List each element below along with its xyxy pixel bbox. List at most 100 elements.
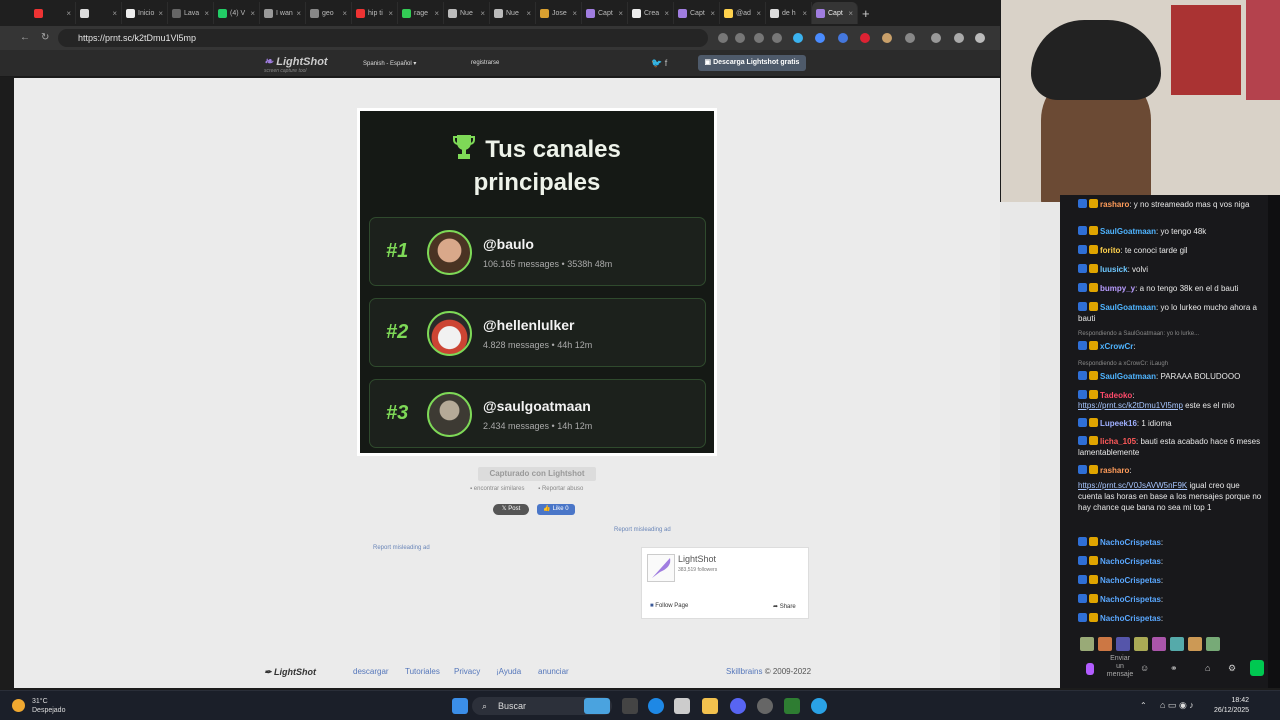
fb-share-button[interactable]: ➦ Share — [773, 603, 796, 610]
obs-icon[interactable] — [757, 698, 773, 714]
footer-link-download[interactable]: descargar — [353, 667, 389, 676]
browser-tab[interactable]: I wan × — [260, 2, 306, 24]
extension-icon[interactable] — [815, 33, 825, 43]
chat-username[interactable]: NachoCrispetas — [1100, 557, 1161, 566]
close-icon[interactable]: × — [618, 9, 623, 18]
chat-badge-icon[interactable] — [1078, 465, 1087, 474]
chat-badge-icon[interactable] — [1078, 390, 1087, 399]
chat-badge-icon[interactable] — [1078, 264, 1087, 273]
chat-tools-icon[interactable]: ⌂ — [1205, 663, 1210, 673]
extensions-icon[interactable] — [905, 33, 915, 43]
browser-tab[interactable]: rage × — [398, 2, 444, 24]
subscriber-badge-icon[interactable] — [1089, 436, 1098, 445]
app-icon[interactable] — [811, 698, 827, 714]
subscriber-badge-icon[interactable] — [1089, 245, 1098, 254]
close-icon[interactable]: × — [664, 9, 669, 18]
reload-icon[interactable]: ↻ — [41, 32, 49, 43]
chat-username[interactable]: NachoCrispetas — [1100, 614, 1161, 623]
browser-tab[interactable]: geo × — [306, 2, 352, 24]
chat-username[interactable]: xCrowCr — [1100, 342, 1133, 351]
chat-scrollbar[interactable] — [1268, 195, 1280, 688]
facebook-like-button[interactable]: 👍 Like 0 — [537, 504, 575, 515]
subscriber-badge-icon[interactable] — [1089, 283, 1098, 292]
emote-icon[interactable] — [1134, 637, 1148, 651]
browser-tab[interactable]: Capt × — [582, 2, 628, 24]
browser-tab[interactable]: (4) V × — [214, 2, 260, 24]
chat-badge-icon[interactable] — [1078, 302, 1087, 311]
chat-badge-icon[interactable] — [1078, 199, 1087, 208]
subscriber-badge-icon[interactable] — [1089, 575, 1098, 584]
lightshot-logo[interactable]: ❧ LightShot screen capture tool — [264, 55, 328, 74]
close-icon[interactable]: × — [66, 9, 71, 18]
subscriber-badge-icon[interactable] — [1089, 341, 1098, 350]
chat-username[interactable]: SaulGoatmaan — [1100, 227, 1156, 236]
footer-link-privacy[interactable]: Privacy — [454, 667, 480, 676]
close-icon[interactable]: × — [204, 9, 209, 18]
chat-badge-icon[interactable] — [1078, 436, 1087, 445]
chat-badge-icon[interactable] — [1078, 341, 1087, 350]
lightshot-feather-icon[interactable] — [647, 554, 675, 582]
chat-username[interactable]: SaulGoatmaan — [1100, 372, 1156, 381]
close-icon[interactable]: × — [296, 9, 301, 18]
chat-username[interactable]: rasharo — [1100, 466, 1129, 475]
chat-username[interactable]: Lupeek16 — [1100, 419, 1137, 428]
chat-badge-icon[interactable] — [1078, 537, 1087, 546]
extension-icon[interactable] — [931, 33, 941, 43]
chat-badge-icon[interactable] — [1078, 575, 1087, 584]
twitter-icon[interactable]: 🐦 — [651, 58, 662, 68]
subscriber-badge-icon[interactable] — [1089, 390, 1098, 399]
subscriber-badge-icon[interactable] — [1089, 556, 1098, 565]
browser-tab[interactable]: Nue × — [444, 2, 490, 24]
close-icon[interactable]: × — [388, 9, 393, 18]
chat-username[interactable]: rasharo — [1100, 200, 1129, 209]
browser-tab[interactable]: × — [76, 2, 122, 24]
task-view-icon[interactable] — [622, 698, 638, 714]
chat-username[interactable]: NachoCrispetas — [1100, 595, 1161, 604]
app-icon[interactable] — [784, 698, 800, 714]
extension-icon[interactable] — [718, 33, 728, 43]
footer-link-tutorials[interactable]: Tutoriales — [405, 667, 440, 676]
chat-badge-icon[interactable] — [1078, 245, 1087, 254]
emote-icon[interactable] — [1098, 637, 1112, 651]
extension-icon[interactable] — [838, 33, 848, 43]
footer-logo[interactable]: ✒ LightShot — [264, 667, 316, 678]
browser-tab[interactable]: Capt × — [674, 2, 720, 24]
find-similar-link[interactable]: ▪ encontrar similares — [470, 486, 530, 492]
chat-send-button[interactable] — [1250, 660, 1264, 676]
download-button[interactable]: ▣ Descarga Lightshot gratis — [698, 55, 806, 71]
fb-follow-button[interactable]: ■ Follow Page — [650, 603, 688, 609]
chat-badge-icon[interactable] — [1078, 283, 1087, 292]
browser-tab-active[interactable]: Capt × — [812, 2, 858, 24]
footer-link-help[interactable]: ¡Ayuda — [496, 667, 521, 676]
emote-icon[interactable] — [1206, 637, 1220, 651]
chevron-up-icon[interactable]: ⌃ — [1140, 701, 1147, 710]
subscriber-badge-icon[interactable] — [1089, 594, 1098, 603]
emote-icon[interactable] — [1080, 637, 1094, 651]
extension-icon[interactable] — [793, 33, 803, 43]
back-icon[interactable]: ← — [20, 32, 30, 43]
system-clock[interactable]: 18:42 26/12/2025 — [1214, 696, 1249, 716]
report-ad-link[interactable]: Report misleading ad — [373, 545, 430, 551]
subscriber-badge-icon[interactable] — [1089, 371, 1098, 380]
copyright-brand[interactable]: Skillbrains — [726, 667, 762, 676]
chat-username[interactable]: Tadeoko — [1100, 391, 1132, 400]
chat-badge-icon[interactable] — [1078, 418, 1087, 427]
chat-input[interactable]: Enviar un mensaje — [1106, 655, 1134, 679]
close-icon[interactable]: × — [112, 9, 117, 18]
browser-tab[interactable]: Lava × — [168, 2, 214, 24]
chat-badge-icon[interactable] — [1078, 556, 1087, 565]
extension-icon[interactable] — [754, 33, 764, 43]
discord-icon[interactable] — [730, 698, 746, 714]
chat-username[interactable]: forito — [1100, 246, 1120, 255]
edge-browser-icon[interactable] — [648, 698, 664, 714]
close-icon[interactable]: × — [342, 9, 347, 18]
emote-icon[interactable] — [1188, 637, 1202, 651]
extension-icon[interactable] — [882, 33, 892, 43]
chat-username[interactable]: bumpy_y — [1100, 284, 1135, 293]
close-icon[interactable]: × — [480, 9, 485, 18]
language-selector[interactable]: Spanish - Español ▾ — [363, 60, 416, 67]
footer-link-advertise[interactable]: anunciar — [538, 667, 569, 676]
subscriber-badge-icon[interactable] — [1089, 537, 1098, 546]
browser-tab[interactable]: Crea × — [628, 2, 674, 24]
fb-page-name[interactable]: LightShot — [678, 554, 716, 564]
